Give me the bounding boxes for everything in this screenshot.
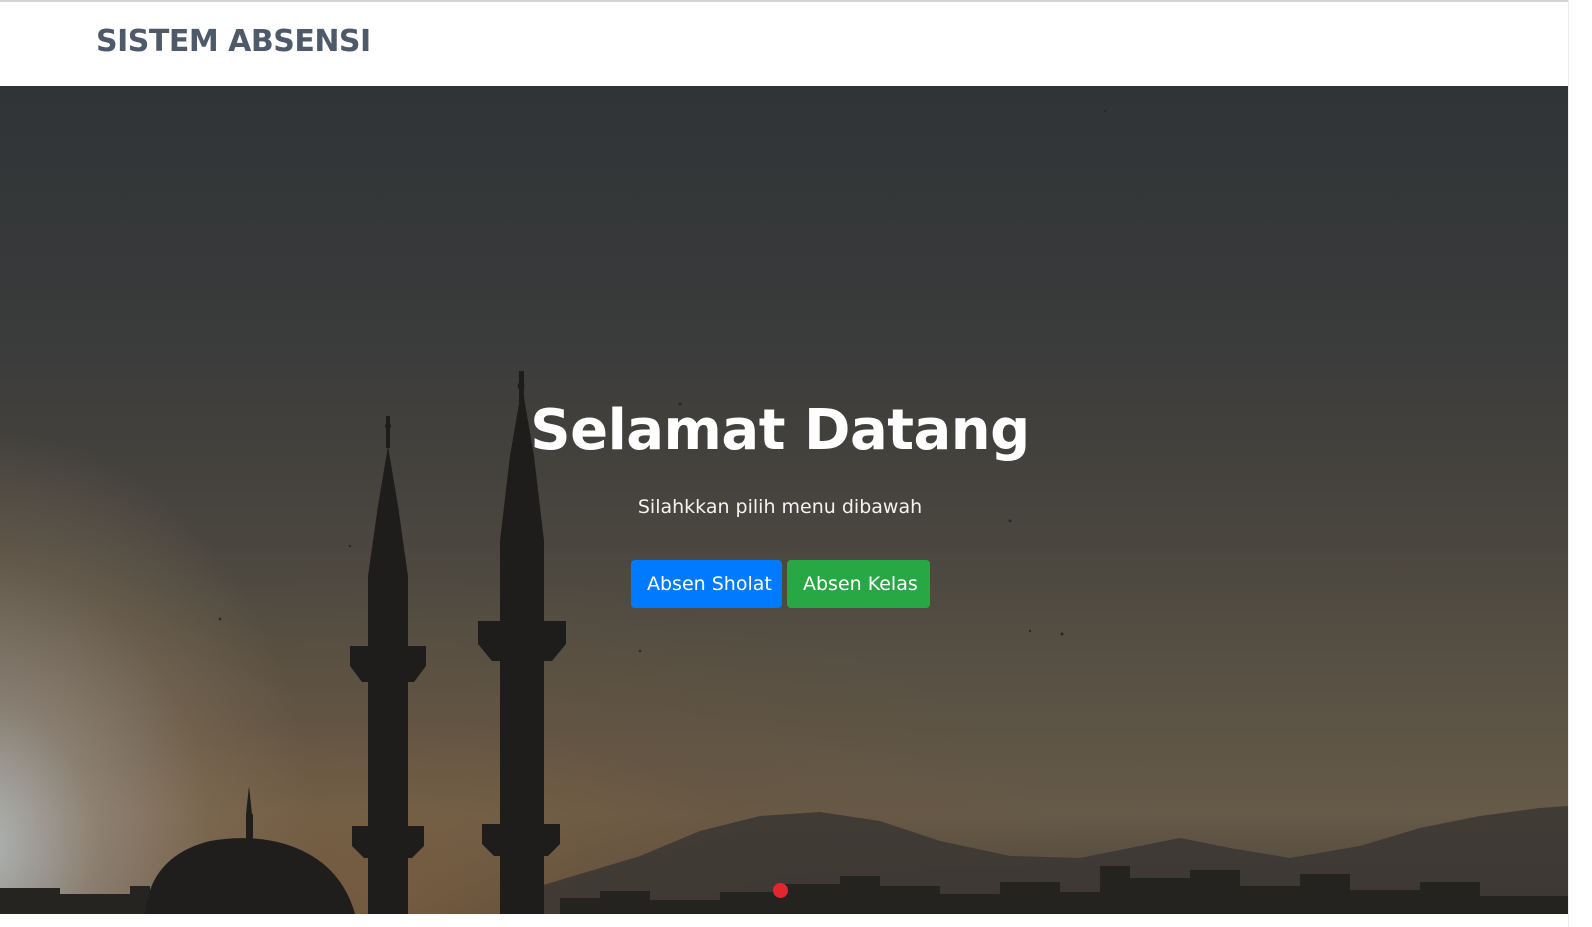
brand-link[interactable]: SISTEM ABSENSI xyxy=(96,24,371,59)
absen-kelas-button[interactable]: Absen Kelas xyxy=(787,560,930,608)
top-navbar: SISTEM ABSENSI xyxy=(0,2,1568,86)
app-window: SISTEM ABSENSI Selamat Datang Silahkkan … xyxy=(0,0,1592,927)
scroll-indicator-dot[interactable] xyxy=(773,883,788,898)
hero-content: Selamat Datang Silahkkan pilih menu diba… xyxy=(0,86,1568,914)
menu-button-group: Absen Sholat Absen Kelas xyxy=(631,560,930,608)
page-bottom-edge xyxy=(0,914,1568,927)
hero-section: Selamat Datang Silahkkan pilih menu diba… xyxy=(0,86,1568,914)
vertical-scrollbar[interactable] xyxy=(1568,0,1592,927)
hero-subtitle: Silahkkan pilih menu dibawah xyxy=(637,496,923,518)
hero-title: Selamat Datang xyxy=(530,398,1030,463)
absen-sholat-button[interactable]: Absen Sholat xyxy=(631,560,782,608)
